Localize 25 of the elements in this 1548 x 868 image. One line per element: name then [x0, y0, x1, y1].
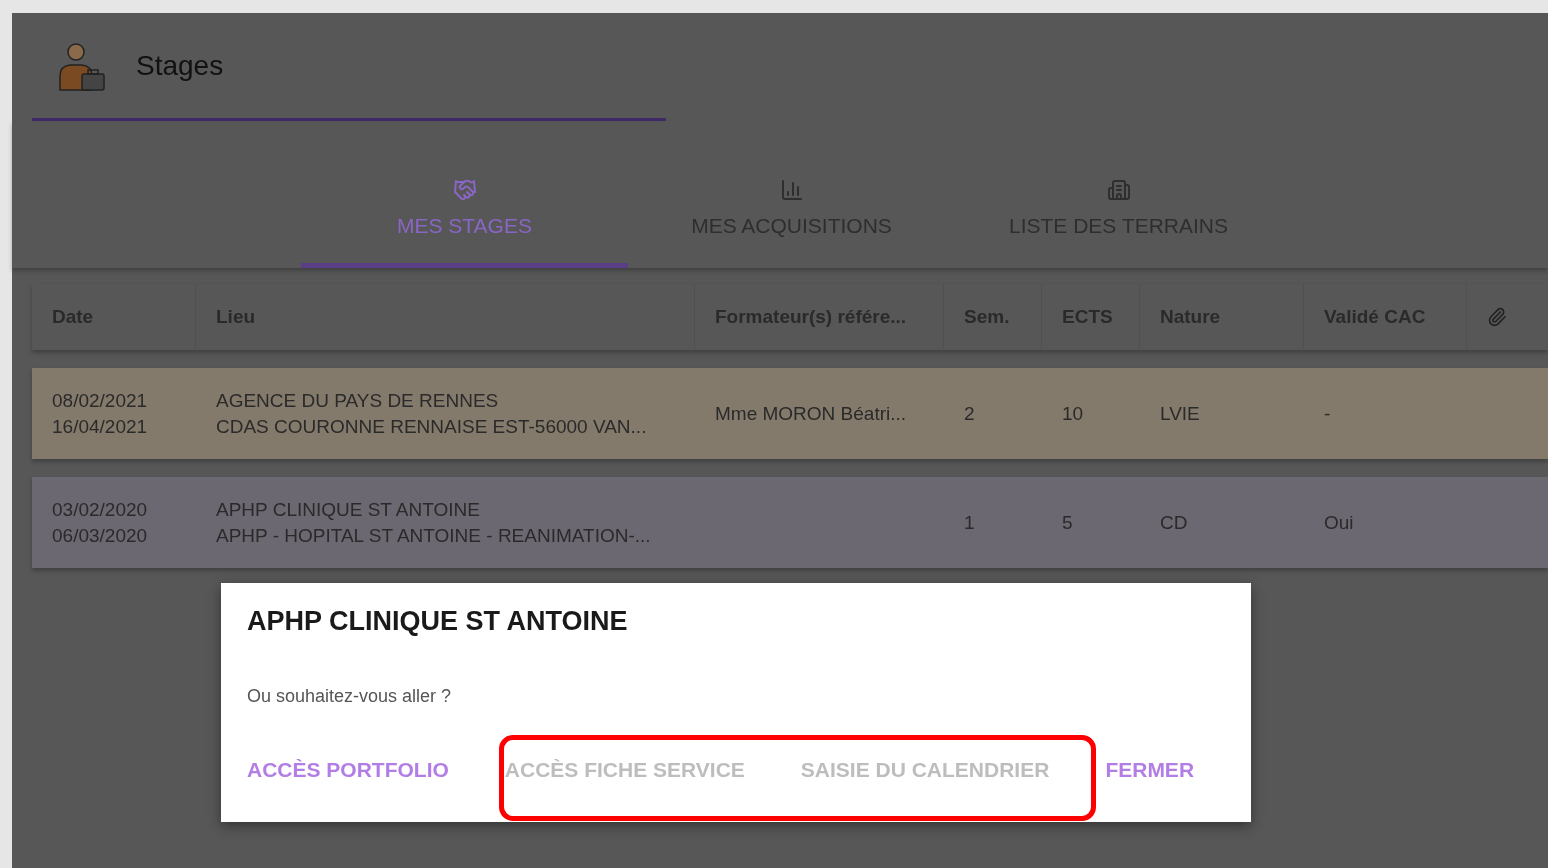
dialog-title: APHP CLINIQUE ST ANTOINE — [247, 605, 629, 638]
dialog-message: Ou souhaitez-vous aller ? — [247, 685, 453, 708]
table-cell-text: 2 — [963, 401, 976, 426]
table-cell-text: AGENCE DU PAYS DE RENNES CDAS COURONNE RENNAISE EST-56000 VAN... — [215, 388, 648, 439]
page-title: Stages — [136, 48, 224, 83]
handshake-icon — [452, 177, 477, 202]
bar-chart-icon — [779, 177, 804, 202]
table-row[interactable]: 08/02/2021 16/04/2021 AGENCE DU PAYS DE RENNES CDAS COURONNE RENNAISE EST-56000 VAN... Mme MORON Béatri... 2 10 LVIE - — [32, 368, 1548, 459]
table-cell-text: 10 — [1061, 401, 1085, 426]
table-cell-text: 03/02/2020 06/03/2020 — [51, 497, 149, 548]
dialog-button[interactable]: FERMER — [1097, 750, 1203, 790]
paperclip-icon — [1487, 307, 1507, 327]
table-row[interactable]: 03/02/2020 06/03/2020 APHP CLINIQUE ST ANTOINE APHP - HOPITAL ST ANTOINE - REANIMATION-... 1 5 CD Oui — [32, 477, 1548, 568]
table-cell-text: Oui — [1323, 510, 1355, 535]
table-cell-text: LVIE — [1159, 401, 1201, 426]
dialog-button[interactable]: ACCÈS PORTFOLIO — [239, 750, 457, 790]
table-cell-text: - — [1323, 401, 1332, 426]
building-icon — [1106, 177, 1131, 202]
table-cell-text: 5 — [1061, 510, 1074, 535]
tab[interactable]: MES STAGES — [301, 121, 628, 268]
table-cell-text: CD — [1159, 510, 1189, 535]
table-cell-text: 08/02/2021 16/04/2021 — [51, 388, 149, 439]
table-cell-text: 1 — [963, 510, 976, 535]
table-cell-text: Mme MORON Béatri... — [715, 401, 908, 426]
table-cell-text: APHP CLINIQUE ST ANTOINE APHP - HOPITAL ST ANTOINE - REANIMATION-... — [215, 497, 652, 548]
